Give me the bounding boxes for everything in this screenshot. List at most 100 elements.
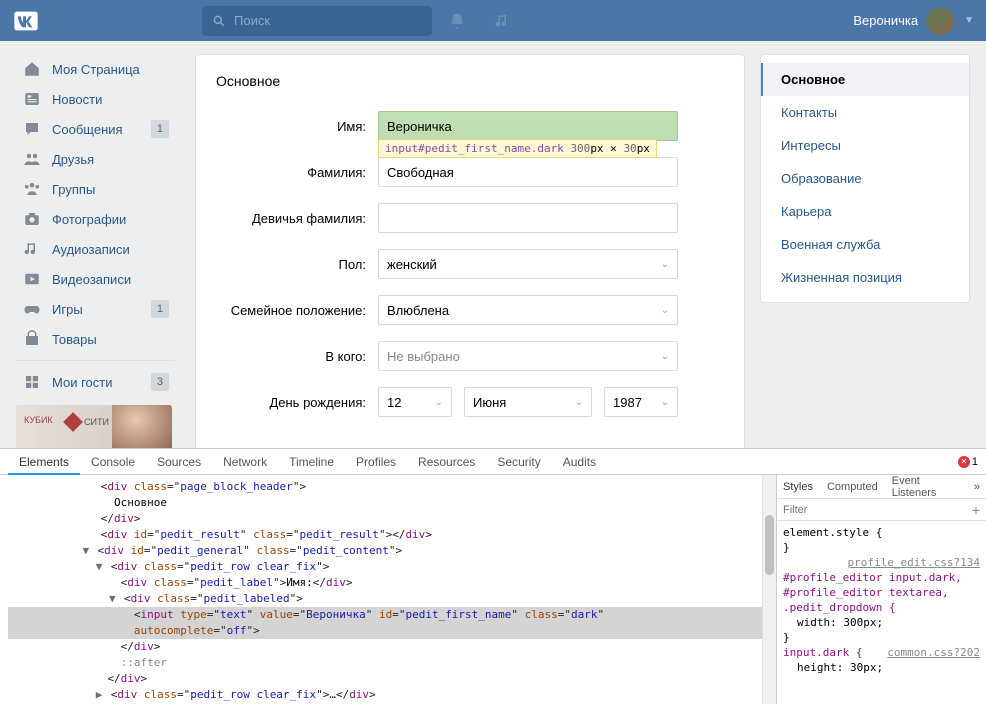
nav-market[interactable]: Товары bbox=[16, 324, 175, 354]
select-bday-year[interactable]: 1987⌄ bbox=[604, 387, 678, 417]
select-bday-month[interactable]: Июня⌄ bbox=[464, 387, 592, 417]
messages-icon bbox=[22, 119, 42, 139]
ad-logo-icon bbox=[63, 412, 83, 432]
devtools-panel: Elements Console Sources Network Timelin… bbox=[0, 448, 986, 704]
label-whom: В кого: bbox=[216, 349, 366, 364]
bell-icon[interactable] bbox=[448, 12, 466, 30]
dt-error-count[interactable]: ✕1 bbox=[958, 456, 978, 468]
dt-tab-resources[interactable]: Resources bbox=[407, 449, 486, 475]
dt-elements-tree[interactable]: <div class="page_block_header"> Основное… bbox=[0, 475, 762, 704]
dt-tab-timeline[interactable]: Timeline bbox=[278, 449, 345, 475]
chevron-down-icon: ▼ bbox=[964, 15, 974, 26]
inspector-tooltip: input#pedit_first_name.dark 300px × 30px bbox=[378, 139, 657, 158]
nav-audio[interactable]: Аудиозаписи bbox=[16, 234, 175, 264]
chevron-down-icon: ⌄ bbox=[661, 397, 669, 408]
gamepad-icon bbox=[22, 299, 42, 319]
search-box[interactable] bbox=[202, 6, 432, 36]
dt-tab-console[interactable]: Console bbox=[80, 449, 146, 475]
ad-banner[interactable]: КУБИК СИТИ bbox=[16, 405, 172, 453]
nav-badge: 1 bbox=[151, 120, 169, 138]
nav-label: Товары bbox=[52, 332, 97, 347]
row-whom: В кого: Не выбрано⌄ bbox=[196, 333, 744, 379]
site-header: Вероничка ▼ bbox=[0, 0, 986, 41]
select-marital[interactable]: Влюблена⌄ bbox=[378, 295, 678, 325]
rnav-interests[interactable]: Интересы bbox=[761, 129, 969, 162]
chevron-down-icon: ⌄ bbox=[661, 351, 669, 362]
tree-toggle-icon[interactable]: ▼ bbox=[94, 559, 104, 575]
nav-separator bbox=[16, 360, 175, 361]
chevron-down-icon: ⌄ bbox=[661, 259, 669, 270]
nav-news[interactable]: Новости bbox=[16, 84, 175, 114]
rnav-main[interactable]: Основное bbox=[761, 63, 969, 96]
vk-logo[interactable] bbox=[12, 7, 40, 35]
home-icon bbox=[22, 59, 42, 79]
dt-styles-tab-events[interactable]: Event Listeners bbox=[892, 475, 960, 499]
tree-toggle-icon[interactable]: ▶ bbox=[94, 687, 104, 703]
rnav-military[interactable]: Военная служба bbox=[761, 228, 969, 261]
label-last-name: Фамилия: bbox=[216, 165, 366, 180]
input-last-name[interactable] bbox=[378, 157, 678, 187]
user-menu[interactable]: Вероничка ▼ bbox=[853, 7, 974, 35]
nav-groups[interactable]: Группы bbox=[16, 174, 175, 204]
nav-label: Сообщения bbox=[52, 122, 123, 137]
camera-icon bbox=[22, 209, 42, 229]
nav-photos[interactable]: Фотографии bbox=[16, 204, 175, 234]
tree-toggle-icon[interactable]: ▼ bbox=[81, 543, 91, 559]
dt-tab-sources[interactable]: Sources bbox=[146, 449, 212, 475]
label-birthday: День рождения: bbox=[216, 395, 366, 410]
dt-css-rules[interactable]: element.style { } profile_edit.css?134 #… bbox=[777, 521, 986, 704]
error-icon: ✕ bbox=[958, 456, 970, 468]
nav-label: Моя Страница bbox=[52, 62, 140, 77]
nav-label: Аудиозаписи bbox=[52, 242, 130, 257]
dt-styles-tab-styles[interactable]: Styles bbox=[783, 481, 813, 493]
nav-games[interactable]: Игры1 bbox=[16, 294, 175, 324]
select-whom[interactable]: Не выбрано⌄ bbox=[378, 341, 678, 371]
select-sex[interactable]: женский⌄ bbox=[378, 249, 678, 279]
nav-video[interactable]: Видеозаписи bbox=[16, 264, 175, 294]
left-sidebar: Моя Страница Новости Сообщения 1 Друзья Г… bbox=[0, 54, 175, 453]
add-rule-icon[interactable]: + bbox=[972, 502, 980, 518]
nav-guests[interactable]: Мои гости 3 bbox=[16, 367, 175, 397]
dt-styles-tab-computed[interactable]: Computed bbox=[827, 481, 878, 493]
more-icon[interactable]: » bbox=[974, 481, 980, 493]
row-sex: Пол: женский⌄ bbox=[196, 241, 744, 287]
music-icon[interactable] bbox=[494, 12, 512, 30]
form-title: Основное bbox=[196, 55, 744, 103]
video-icon bbox=[22, 269, 42, 289]
rnav-contacts[interactable]: Контакты bbox=[761, 96, 969, 129]
news-icon bbox=[22, 89, 42, 109]
tree-toggle-icon[interactable]: ▼ bbox=[107, 591, 117, 607]
nav-label: Мои гости bbox=[52, 375, 112, 390]
devtools-tabs: Elements Console Sources Network Timelin… bbox=[0, 449, 986, 475]
search-input[interactable] bbox=[234, 13, 414, 28]
dt-tab-network[interactable]: Network bbox=[212, 449, 278, 475]
rnav-career[interactable]: Карьера bbox=[761, 195, 969, 228]
nav-friends[interactable]: Друзья bbox=[16, 144, 175, 174]
dt-filter-row: + bbox=[777, 499, 986, 521]
dt-scrollbar[interactable] bbox=[762, 475, 776, 704]
rnav-life[interactable]: Жизненная позиция bbox=[761, 261, 969, 294]
avatar bbox=[926, 7, 954, 35]
ad-image bbox=[112, 405, 172, 453]
nav-my-page[interactable]: Моя Страница bbox=[16, 54, 175, 84]
profile-edit-form: Основное Имя: input#pedit_first_name.dar… bbox=[195, 54, 745, 453]
groups-icon bbox=[22, 179, 42, 199]
chevron-down-icon: ⌄ bbox=[435, 397, 443, 408]
chevron-down-icon: ⌄ bbox=[575, 397, 583, 408]
nav-label: Группы bbox=[52, 182, 95, 197]
dt-tab-audits[interactable]: Audits bbox=[552, 449, 607, 475]
dt-filter-input[interactable] bbox=[783, 504, 972, 516]
input-maiden[interactable] bbox=[378, 203, 678, 233]
dt-tab-security[interactable]: Security bbox=[486, 449, 551, 475]
nav-badge: 3 bbox=[151, 373, 169, 391]
dt-tab-profiles[interactable]: Profiles bbox=[345, 449, 407, 475]
scrollbar-thumb[interactable] bbox=[765, 515, 774, 575]
input-first-name[interactable] bbox=[378, 111, 678, 141]
row-first-name: Имя: input#pedit_first_name.dark 300px ×… bbox=[196, 103, 744, 149]
dt-tab-elements[interactable]: Elements bbox=[8, 449, 80, 475]
nav-label: Новости bbox=[52, 92, 102, 107]
select-bday-day[interactable]: 12⌄ bbox=[378, 387, 452, 417]
nav-badge: 1 bbox=[151, 300, 169, 318]
nav-messages[interactable]: Сообщения 1 bbox=[16, 114, 175, 144]
rnav-education[interactable]: Образование bbox=[761, 162, 969, 195]
